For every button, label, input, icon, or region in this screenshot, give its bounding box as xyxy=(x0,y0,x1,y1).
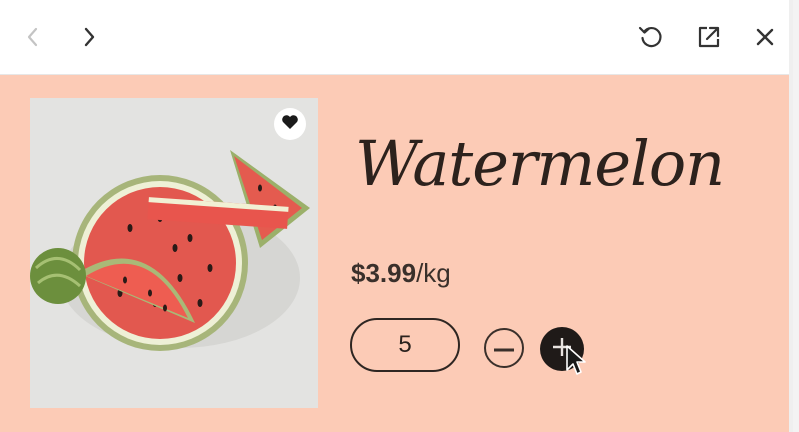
app-window: Watermelon $3.99/kg 5 xyxy=(0,0,793,432)
refresh-icon xyxy=(637,23,665,51)
mouse-cursor xyxy=(565,344,589,383)
refresh-button[interactable] xyxy=(632,18,670,56)
price-unit: /kg xyxy=(416,258,451,288)
product-price: $3.99/kg xyxy=(351,256,451,290)
chevron-left-icon xyxy=(23,25,43,49)
minus-icon xyxy=(494,339,514,357)
product-image xyxy=(30,98,318,408)
heart-icon xyxy=(281,114,299,135)
product-title: Watermelon xyxy=(355,127,725,200)
favorite-button[interactable] xyxy=(274,108,306,140)
forward-button[interactable] xyxy=(70,18,108,56)
price-amount: $3.99 xyxy=(351,258,417,288)
close-button[interactable] xyxy=(746,18,784,56)
watermelon-slices-image xyxy=(30,98,318,408)
back-button[interactable] xyxy=(14,18,52,56)
quantity-input[interactable]: 5 xyxy=(350,318,460,372)
open-external-button[interactable] xyxy=(690,18,728,56)
close-icon xyxy=(753,25,777,49)
browser-toolbar xyxy=(0,0,789,75)
decrease-quantity-button[interactable] xyxy=(484,328,524,368)
external-link-icon xyxy=(695,23,723,51)
chevron-right-icon xyxy=(79,25,99,49)
